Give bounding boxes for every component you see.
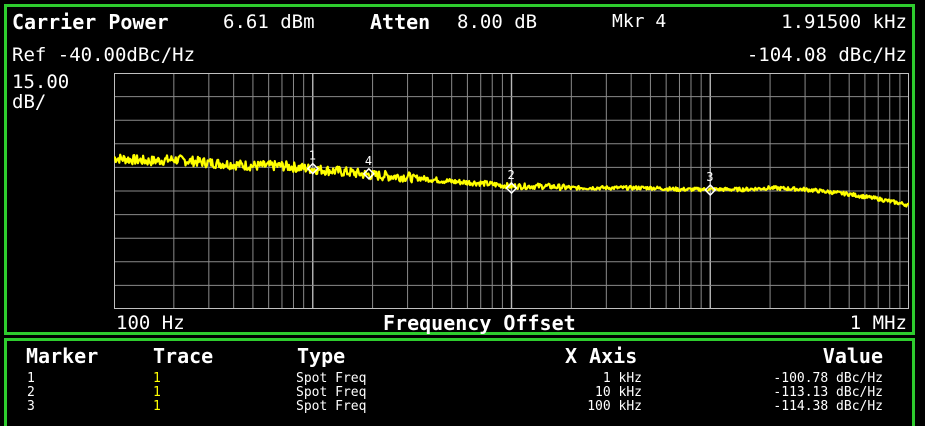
marker-label-1: 1 [309, 149, 316, 163]
scale-unit: dB/ [12, 91, 47, 113]
atten-label: Atten [370, 10, 431, 34]
row-trace: 1 [153, 371, 161, 386]
row-x-axis: 10 kHz [595, 385, 642, 400]
col-header-x-axis: X Axis [565, 344, 638, 368]
table-row[interactable]: 3 1 Spot Freq 100 kHz -114.38 dBc/Hz [0, 400, 925, 413]
row-value: -113.13 dBc/Hz [773, 385, 883, 400]
table-row[interactable]: 2 1 Spot Freq 10 kHz -113.13 dBc/Hz [0, 386, 925, 399]
col-header-value: Value [822, 344, 883, 368]
row-type: Spot Freq [296, 371, 367, 386]
carrier-power-label: Carrier Power [12, 10, 169, 34]
marker-y-readout: -104.08 dBc/Hz [746, 44, 907, 66]
col-header-trace: Trace [153, 344, 214, 368]
marker-label-2: 2 [508, 168, 515, 182]
carrier-power-value: 6.61 dBm [223, 11, 315, 33]
row-x-axis: 100 kHz [587, 399, 642, 414]
x-axis-title: Frequency Offset [383, 311, 576, 335]
row-value: -100.78 dBc/Hz [773, 371, 883, 386]
marker-label-4: 4 [365, 154, 372, 168]
row-trace: 1 [153, 385, 161, 400]
marker-x-readout: 1.91500 kHz [781, 11, 907, 33]
spectrum-analyzer-screen: Carrier Power 6.61 dBm Atten 8.00 dB Mkr… [0, 0, 925, 426]
col-header-type: Type [297, 344, 346, 368]
row-type: Spot Freq [296, 399, 367, 414]
row-marker: 2 [27, 385, 35, 400]
row-marker: 1 [27, 371, 35, 386]
col-header-marker: Marker [26, 344, 99, 368]
row-type: Spot Freq [296, 385, 367, 400]
x-axis-end-label: 1 MHz [849, 312, 907, 334]
reference-level: Ref -40.00dBc/Hz [12, 44, 196, 66]
row-x-axis: 1 kHz [602, 371, 642, 386]
marker-label: Mkr 4 [612, 11, 667, 32]
scale-value: 15.00 [12, 71, 70, 93]
plot-svg: 1 4 2 3 [114, 73, 909, 309]
spectrum-plot[interactable]: 1 4 2 3 [114, 73, 909, 309]
row-marker: 3 [27, 399, 35, 414]
marker-label-3: 3 [706, 170, 713, 184]
row-value: -114.38 dBc/Hz [773, 399, 883, 414]
table-row[interactable]: 1 1 Spot Freq 1 kHz -100.78 dBc/Hz [0, 372, 925, 385]
x-axis-start-label: 100 Hz [116, 312, 185, 334]
row-trace: 1 [153, 399, 161, 414]
atten-value: 8.00 dB [457, 11, 538, 33]
